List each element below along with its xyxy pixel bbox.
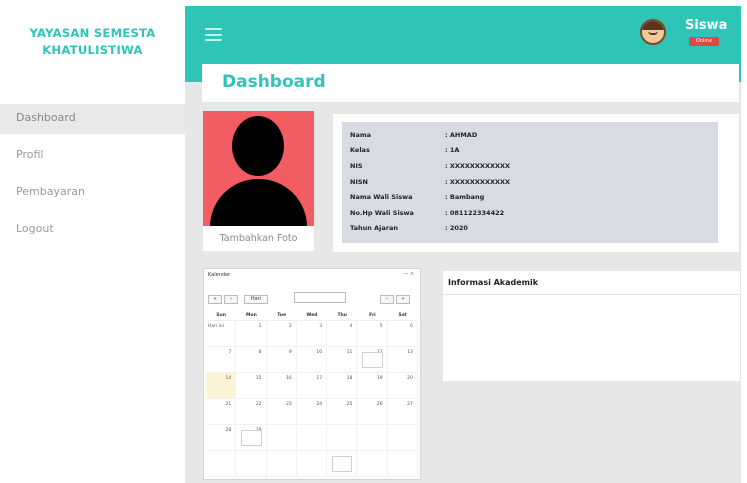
divider (443, 294, 740, 295)
date-input[interactable] (294, 292, 346, 303)
calendar-day[interactable]: 16 (266, 373, 297, 399)
profile-row: Kelas: 1A (350, 146, 460, 155)
brand-logo-text: YAYASAN SEMESTA KHATULISTIWA (10, 8, 175, 80)
sidebar-item-profil[interactable]: Profil (0, 141, 185, 178)
calendar-day[interactable]: 10 (296, 347, 328, 373)
calendar-day[interactable]: 17 (296, 373, 328, 399)
menu-icon[interactable] (205, 28, 222, 41)
sidebar-item-dashboard[interactable]: Dashboard (0, 104, 185, 134)
calendar-day[interactable] (206, 451, 237, 477)
calendar-day[interactable]: 20 (387, 373, 418, 399)
calendar-day[interactable]: 7 (206, 347, 237, 373)
profile-row: NIS: XXXXXXXXXXXX (350, 161, 510, 170)
calendar-day[interactable] (296, 451, 328, 477)
calendar-day[interactable]: 28 (206, 425, 237, 451)
profile-row: Nama Wali Siswa: Bambang (350, 193, 485, 202)
calendar-day[interactable]: 27 (387, 399, 418, 425)
calendar-week (206, 451, 418, 477)
calendar-day[interactable]: 11 (327, 347, 358, 373)
calendar-day[interactable]: 3 (296, 321, 328, 347)
calendar-widget: Kalender — × « ‹ Hari › » Sun Mon Tue Wed Th… (203, 268, 421, 480)
calendar-week: 7 8 9 10 11 12 13 (206, 347, 418, 373)
calendar-day[interactable]: 23 (266, 399, 297, 425)
profile-table: Nama: AHMAD Kelas: 1A NIS: XXXXXXXXXXXX … (342, 122, 718, 243)
calendar-day[interactable]: 26 (357, 399, 388, 425)
calendar-day[interactable] (357, 451, 388, 477)
calendar-day[interactable]: 13 (387, 347, 418, 373)
calendar-day[interactable]: 22 (236, 399, 267, 425)
calendar-day[interactable]: 21 (206, 399, 237, 425)
profile-row: Tahun Ajaran: 2020 (350, 224, 468, 233)
calendar-day[interactable]: 14 (206, 373, 237, 399)
calendar-day[interactable]: 15 (236, 373, 267, 399)
calendar-day[interactable]: 18 (327, 373, 358, 399)
calendar-week: 28 29 (206, 425, 418, 451)
calendar-week: 14 15 16 17 18 19 20 (206, 373, 418, 399)
profile-row: No.Hp Wali Siswa: 081122334422 (350, 208, 505, 217)
calendar-day[interactable]: 19 (357, 373, 388, 399)
status-badge: Online (689, 37, 719, 46)
calendar-day[interactable] (357, 425, 388, 451)
calendar-day[interactable]: 4 (327, 321, 358, 347)
calendar-weekday-header: Sun Mon Tue Wed Thu Fri Sat (206, 311, 418, 321)
page-title-card: Dashboard (202, 64, 739, 102)
today-button[interactable]: Hari (244, 295, 268, 304)
profile-row: NISN: XXXXXXXXXXXX (350, 177, 510, 186)
avatar[interactable] (640, 19, 666, 45)
calendar-day[interactable]: 1 (236, 321, 267, 347)
calendar-title: Kalender (208, 272, 231, 278)
calendar-day[interactable]: 24 (296, 399, 328, 425)
prev-year-button[interactable]: « (208, 295, 222, 304)
sidebar: YAYASAN SEMESTA KHATULISTIWA Dashboard P… (0, 0, 185, 483)
calendar-day[interactable]: 25 (327, 399, 358, 425)
calendar-day[interactable] (266, 451, 297, 477)
calendar-day[interactable]: 9 (266, 347, 297, 373)
page-title: Dashboard (222, 72, 326, 92)
calendar-day[interactable]: 8 (236, 347, 267, 373)
profile-card: Nama: AHMAD Kelas: 1A NIS: XXXXXXXXXXXX … (333, 114, 739, 252)
calendar-day[interactable]: 5 (357, 321, 388, 347)
calendar-day[interactable]: 12 (357, 347, 388, 373)
calendar-day[interactable] (296, 425, 328, 451)
user-name[interactable]: Siswa (685, 18, 727, 33)
profile-photo (203, 111, 314, 226)
brand-line-1: YAYASAN SEMESTA (29, 26, 156, 40)
window-controls[interactable]: — × (403, 271, 414, 277)
user-silhouette-icon (232, 116, 284, 176)
calendar-day[interactable] (327, 451, 358, 477)
academic-info-card: Informasi Akademik (443, 271, 740, 381)
prev-month-button[interactable]: ‹ (224, 295, 238, 304)
calendar-day[interactable] (387, 451, 418, 477)
calendar-day[interactable]: 29 (236, 425, 267, 451)
academic-info-title: Informasi Akademik (448, 278, 539, 287)
next-month-button[interactable]: › (380, 295, 394, 304)
profile-row: Nama: AHMAD (350, 130, 478, 139)
brand-line-2: KHATULISTIWA (42, 43, 143, 57)
calendar-day[interactable] (327, 425, 358, 451)
calendar-day[interactable] (236, 451, 267, 477)
next-year-button[interactable]: » (396, 295, 410, 304)
calendar-day[interactable]: 2 (266, 321, 297, 347)
add-photo-button[interactable]: Tambahkan Foto (203, 226, 314, 251)
sidebar-item-pembayaran[interactable]: Pembayaran (0, 178, 185, 215)
sidebar-nav: Dashboard Profil Pembayaran Logout (0, 104, 185, 252)
calendar-week: 21 22 23 24 25 26 27 (206, 399, 418, 425)
calendar-week: Hari ini 1 2 3 4 5 6 (206, 321, 418, 347)
sidebar-item-logout[interactable]: Logout (0, 215, 185, 252)
calendar-day[interactable]: Hari ini (206, 321, 237, 347)
calendar-day[interactable] (266, 425, 297, 451)
calendar-day[interactable] (387, 425, 418, 451)
calendar-day[interactable]: 6 (387, 321, 418, 347)
calendar-grid: Sun Mon Tue Wed Thu Fri Sat Hari ini 1 2 3 4 5… (206, 311, 418, 477)
